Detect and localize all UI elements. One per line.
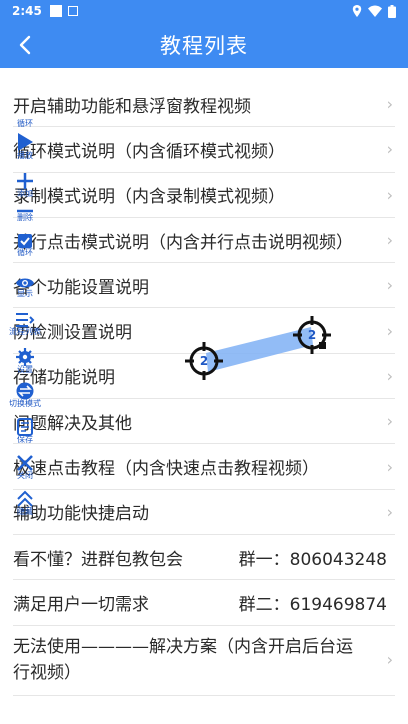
title-row: 教程列表 (0, 22, 408, 68)
chevron-right-icon: › (386, 650, 393, 670)
group-row-text: 满足用户一切需求 (13, 594, 149, 615)
toolbar-loop-top[interactable]: 循环 (8, 120, 42, 128)
toolbar-switch-mode[interactable]: 切换模式 (8, 382, 42, 408)
list-item[interactable]: 无法使用————解决方案（内含开启后台运行视频） › (13, 626, 395, 696)
group-number[interactable]: 群二：619469874 (239, 590, 387, 615)
chevron-right-icon: › (386, 321, 393, 341)
toolbar-close[interactable]: 关闭 (8, 454, 42, 480)
checkbox-icon (18, 234, 32, 248)
list-item-label: 并行点击模式说明（内含并行点击说明视频） (13, 232, 353, 253)
chevron-right-icon: › (386, 411, 393, 431)
toolbar-delete[interactable]: 删除 (8, 208, 42, 222)
list-item[interactable]: 各个功能设置说明 › (13, 263, 395, 309)
download-notification-icon (67, 6, 78, 16)
list-item[interactable]: 问题解决及其他 › (13, 399, 395, 445)
chevron-right-icon: › (386, 457, 393, 477)
toolbar-hide[interactable]: 隐藏 (8, 490, 42, 516)
list-item[interactable]: 录制模式说明（内含录制模式视频） › (13, 173, 395, 218)
chevron-right-icon: › (386, 275, 393, 295)
list-item[interactable]: 开启辅助功能和悬浮窗教程视频 › (13, 82, 395, 128)
group-row-text: 看不懂？进群包教包会 (13, 549, 183, 570)
collapse-icon (17, 490, 33, 507)
list-item-label: 循环模式说明（内含循环模式视频） (13, 141, 285, 162)
chevron-right-icon: › (386, 502, 393, 522)
switch-mode-icon (16, 382, 34, 400)
page-title: 教程列表 (160, 34, 248, 58)
list-item[interactable]: 循环模式说明（内含循环模式视频） › (13, 127, 395, 173)
list-item-label: 无法使用————解决方案（内含开启后台运行视频） (13, 637, 353, 684)
group-row-1[interactable]: 看不懂？进群包教包会 群一：806043248 (13, 535, 395, 581)
list-item[interactable]: 辅助功能快捷启动 › (13, 490, 395, 535)
toolbar-label: 关闭 (17, 471, 33, 480)
toolbar-label: 保存 (17, 435, 33, 444)
chevron-right-icon: › (386, 139, 393, 159)
chevron-left-icon (19, 35, 31, 55)
toolbar-label: 循环 (17, 119, 33, 128)
toolbar-play[interactable]: 播放 (8, 132, 42, 160)
toolbar-label: 切换模式 (9, 399, 41, 408)
location-icon (352, 5, 362, 17)
list-icon (16, 313, 35, 327)
toolbar-label: 显示 (17, 289, 33, 298)
list-item[interactable]: 极速点击教程（内含快速点击教程视频） › (13, 444, 395, 490)
list-item-label: 极速点击教程（内含快速点击教程视频） (13, 459, 319, 480)
tutorial-list: 开启辅助功能和悬浮窗教程视频 › 循环模式说明（内含循环模式视频） › 录制模式说明… (13, 82, 395, 696)
square-icon (49, 5, 62, 17)
toolbar-settings[interactable]: 设置 (8, 348, 42, 374)
list-item-label: 录制模式说明（内含录制模式视频） (13, 187, 285, 208)
chevron-right-icon: › (386, 366, 393, 386)
toolbar-label: 添加 (17, 189, 33, 198)
list-item[interactable]: 存储功能说明 › (13, 354, 395, 400)
toolbar-label: 设置 (17, 365, 33, 374)
toolbar-add[interactable]: 添加 (8, 172, 42, 198)
gear-icon (16, 348, 34, 366)
back-button[interactable] (10, 30, 40, 60)
list-item-label: 开启辅助功能和悬浮窗教程视频 (13, 96, 251, 117)
toolbar-show[interactable]: 显示 (8, 276, 42, 298)
toolbar-label: 删除 (17, 213, 33, 222)
app-header: 2:45 教程列表 (0, 0, 408, 68)
toolbar-flow-list[interactable]: 流程列表 (8, 312, 42, 336)
toolbar-save[interactable]: 保存 (8, 418, 42, 444)
group-row-2[interactable]: 满足用户一切需求 群二：619469874 (13, 580, 395, 626)
battery-icon (388, 4, 396, 18)
toolbar-label: 隐藏 (17, 507, 33, 516)
plus-icon (17, 173, 33, 189)
toolbar-loop-check[interactable]: 循环 (8, 233, 42, 257)
status-bar: 2:45 (0, 0, 408, 22)
status-time: 2:45 (12, 4, 42, 18)
chevron-right-icon: › (386, 94, 393, 114)
save-icon (17, 418, 33, 436)
close-icon (17, 455, 33, 471)
list-item[interactable]: 防检测设置说明 › (13, 308, 395, 354)
chevron-right-icon: › (386, 230, 393, 250)
play-icon (18, 133, 33, 151)
toolbar-label: 播放 (17, 151, 33, 160)
toolbar-label: 流程列表 (9, 327, 41, 336)
chevron-right-icon: › (386, 185, 393, 205)
group-number[interactable]: 群一：806043248 (239, 545, 387, 570)
list-item[interactable]: 并行点击模式说明（内含并行点击说明视频） › (13, 218, 395, 264)
toolbar-label: 循环 (17, 248, 33, 257)
eye-icon (16, 278, 34, 288)
wifi-icon (368, 5, 382, 17)
